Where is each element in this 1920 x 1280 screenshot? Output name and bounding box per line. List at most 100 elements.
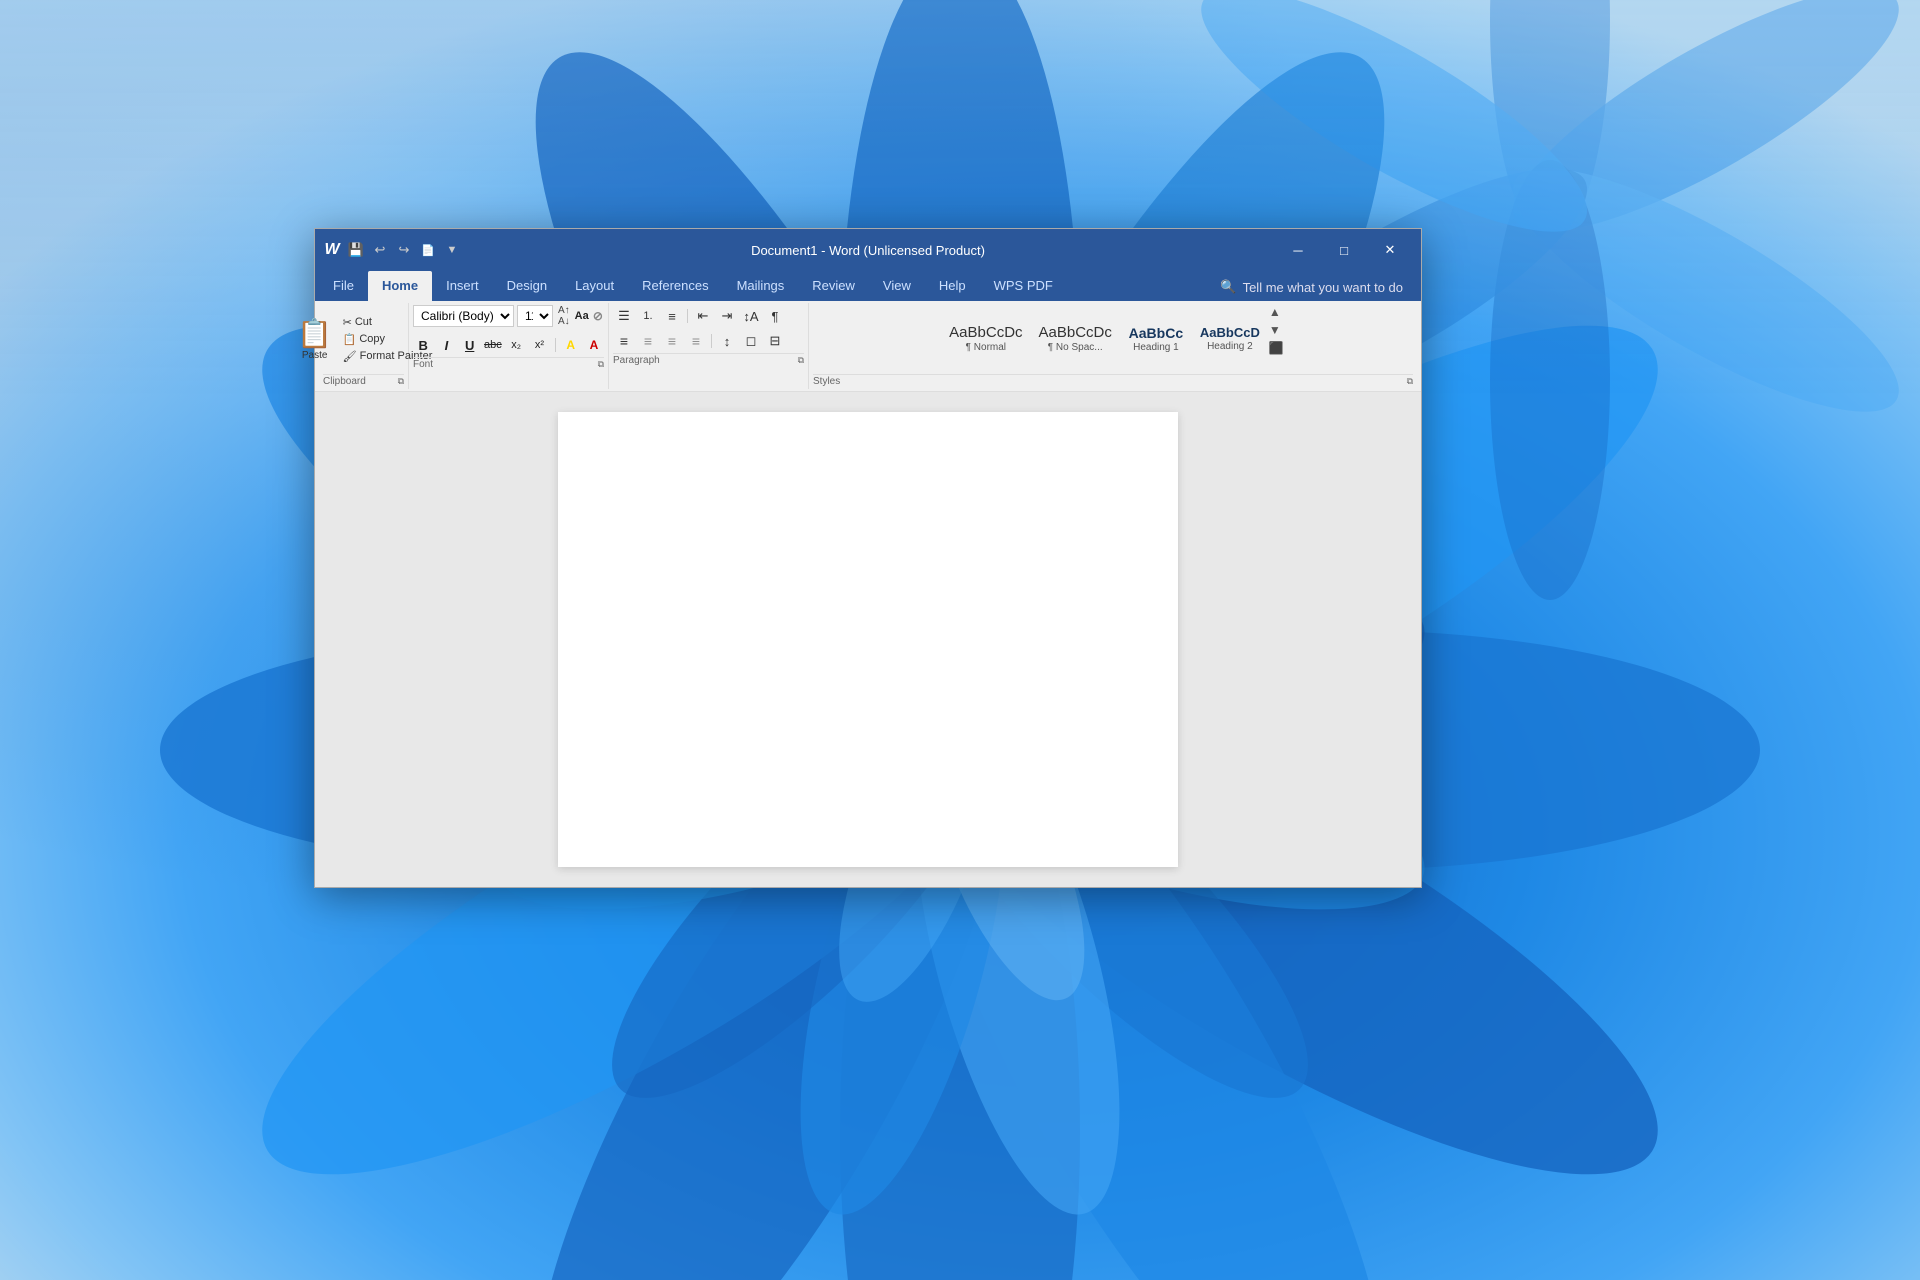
increase-indent-button[interactable]: ⇥ — [716, 305, 738, 327]
bold-button[interactable]: B — [413, 334, 433, 356]
search-label: Tell me what you want to do — [1243, 280, 1403, 295]
borders-button[interactable]: ⊟ — [764, 330, 786, 352]
style-normal-label: ¶ Normal — [966, 342, 1006, 353]
tab-insert[interactable]: Insert — [432, 271, 493, 301]
sort-button[interactable]: ↕A — [740, 305, 762, 327]
font-color-button[interactable]: A — [584, 334, 604, 356]
paragraph-expand[interactable]: ⧉ — [798, 355, 804, 366]
style-no-spacing-label: ¶ No Spac... — [1048, 342, 1103, 353]
styles-scroll-up[interactable]: ▲ — [1269, 305, 1284, 319]
cut-icon: ✂ — [343, 316, 352, 329]
clipboard-label: Clipboard — [323, 376, 366, 387]
tab-review[interactable]: Review — [798, 271, 869, 301]
tab-layout[interactable]: Layout — [561, 271, 628, 301]
decrease-font-button[interactable]: A↓ — [556, 316, 572, 327]
tab-design[interactable]: Design — [493, 271, 561, 301]
decrease-indent-button[interactable]: ⇤ — [692, 305, 714, 327]
title-bar: W 💾 ↩ ↪ 📄 ▼ Document1 - Word (Unlicensed… — [315, 229, 1421, 271]
paragraph-label: Paragraph — [613, 355, 660, 366]
shading-button[interactable]: ◻ — [740, 330, 762, 352]
paste-label: Paste — [302, 350, 328, 361]
styles-expand[interactable]: ⬛ — [1269, 341, 1284, 355]
font-size-buttons: A↑ A↓ — [556, 305, 572, 327]
bullets-button[interactable]: ☰ — [613, 305, 635, 327]
format-painter-icon: 🖌 — [343, 350, 357, 363]
para-divider1 — [687, 309, 688, 323]
font-row2: B I U abc x₂ x² A A — [413, 334, 604, 356]
word-window: W 💾 ↩ ↪ 📄 ▼ Document1 - Word (Unlicensed… — [314, 228, 1422, 888]
style-heading1-preview: AaBbCc — [1129, 326, 1183, 340]
justify-button[interactable]: ≡ — [685, 330, 707, 352]
copy-button[interactable]: 📋 Copy — [340, 332, 388, 347]
styles-expand-btn[interactable]: ⧉ — [1407, 376, 1413, 387]
close-button[interactable]: ✕ — [1367, 229, 1413, 271]
title-bar-controls: ─ □ ✕ — [1275, 229, 1413, 271]
tab-references[interactable]: References — [628, 271, 722, 301]
tab-view[interactable]: View — [869, 271, 925, 301]
cut-label: Cut — [355, 316, 372, 328]
new-icon[interactable]: 📄 — [419, 241, 437, 259]
align-right-button[interactable]: ≡ — [661, 330, 683, 352]
change-case-button[interactable]: Aa — [575, 305, 589, 327]
styles-row: AaBbCcDc ¶ Normal AaBbCcDc ¶ No Spac... … — [942, 305, 1284, 373]
font-label: Font — [413, 359, 433, 370]
style-heading1-label: Heading 1 — [1133, 342, 1179, 353]
style-normal[interactable]: AaBbCcDc ¶ Normal — [942, 310, 1029, 368]
clear-formatting-button[interactable]: ⊘ — [592, 305, 604, 327]
clipboard-expand[interactable]: ⧉ — [398, 376, 404, 387]
text-highlight-button[interactable]: A — [561, 334, 581, 356]
cut-button[interactable]: ✂ Cut — [340, 315, 375, 330]
tab-file[interactable]: File — [319, 271, 368, 301]
increase-font-button[interactable]: A↑ — [556, 305, 572, 316]
customize-icon[interactable]: ▼ — [443, 241, 461, 259]
align-left-button[interactable]: ≡ — [613, 330, 635, 352]
copy-icon: 📋 — [343, 333, 357, 346]
redo-icon[interactable]: ↪ — [395, 241, 413, 259]
clipboard-label-row: Clipboard ⧉ — [323, 374, 404, 387]
maximize-button[interactable]: □ — [1321, 229, 1367, 271]
paste-button[interactable]: 📋 Paste — [292, 310, 338, 368]
document-page[interactable] — [558, 412, 1178, 867]
font-expand[interactable]: ⧉ — [598, 359, 604, 370]
copy-label: Copy — [359, 333, 385, 345]
strikethrough-button[interactable]: abc — [483, 334, 503, 356]
numbering-button[interactable]: 1. — [637, 305, 659, 327]
line-spacing-button[interactable]: ↕ — [716, 330, 738, 352]
style-no-spacing-preview: AaBbCcDc — [1039, 325, 1112, 340]
style-no-spacing[interactable]: AaBbCcDc ¶ No Spac... — [1032, 310, 1119, 368]
tab-home[interactable]: Home — [368, 271, 432, 301]
minimize-button[interactable]: ─ — [1275, 229, 1321, 271]
title-bar-left: W 💾 ↩ ↪ 📄 ▼ — [323, 241, 461, 259]
document-area — [315, 392, 1421, 887]
styles-label-row: Styles ⧉ — [813, 374, 1413, 387]
paragraph-group: ☰ 1. ≡ ⇤ ⇥ ↕A ¶ ≡ ≡ ≡ ≡ ↕ ◻ ⊟ — [609, 303, 809, 389]
style-heading2[interactable]: AaBbCcD Heading 2 — [1193, 310, 1267, 368]
paste-icon: 📋 — [297, 317, 332, 350]
styles-group: AaBbCcDc ¶ Normal AaBbCcDc ¶ No Spac... … — [809, 303, 1417, 389]
font-size-select[interactable]: 11 — [517, 305, 553, 327]
show-marks-button[interactable]: ¶ — [764, 305, 786, 327]
paragraph-label-row: Paragraph ⧉ — [613, 353, 804, 366]
save-icon[interactable]: 💾 — [347, 241, 365, 259]
font-label-row: Font ⧉ — [413, 357, 604, 370]
styles-scroll: ▲ ▼ ⬛ — [1269, 305, 1284, 373]
search-icon: 🔍 — [1220, 279, 1236, 295]
superscript-button[interactable]: x² — [529, 334, 549, 356]
para-row1: ☰ 1. ≡ ⇤ ⇥ ↕A ¶ — [613, 305, 804, 327]
tab-mailings[interactable]: Mailings — [723, 271, 799, 301]
align-center-button[interactable]: ≡ — [637, 330, 659, 352]
italic-button[interactable]: I — [436, 334, 456, 356]
font-group: Calibri (Body) 11 A↑ A↓ Aa ⊘ B I U — [409, 303, 609, 389]
subscript-button[interactable]: x₂ — [506, 334, 526, 356]
underline-button[interactable]: U — [460, 334, 480, 356]
multilevel-button[interactable]: ≡ — [661, 305, 683, 327]
styles-scroll-down[interactable]: ▼ — [1269, 323, 1284, 337]
font-row1: Calibri (Body) 11 A↑ A↓ Aa ⊘ — [413, 305, 604, 327]
font-name-select[interactable]: Calibri (Body) — [413, 305, 514, 327]
undo-icon[interactable]: ↩ — [371, 241, 389, 259]
tab-help[interactable]: Help — [925, 271, 980, 301]
search-box[interactable]: 🔍 Tell me what you want to do — [1206, 273, 1417, 301]
style-heading1[interactable]: AaBbCc Heading 1 — [1121, 310, 1191, 368]
para-divider2 — [711, 334, 712, 348]
tab-wpspdf[interactable]: WPS PDF — [980, 271, 1067, 301]
